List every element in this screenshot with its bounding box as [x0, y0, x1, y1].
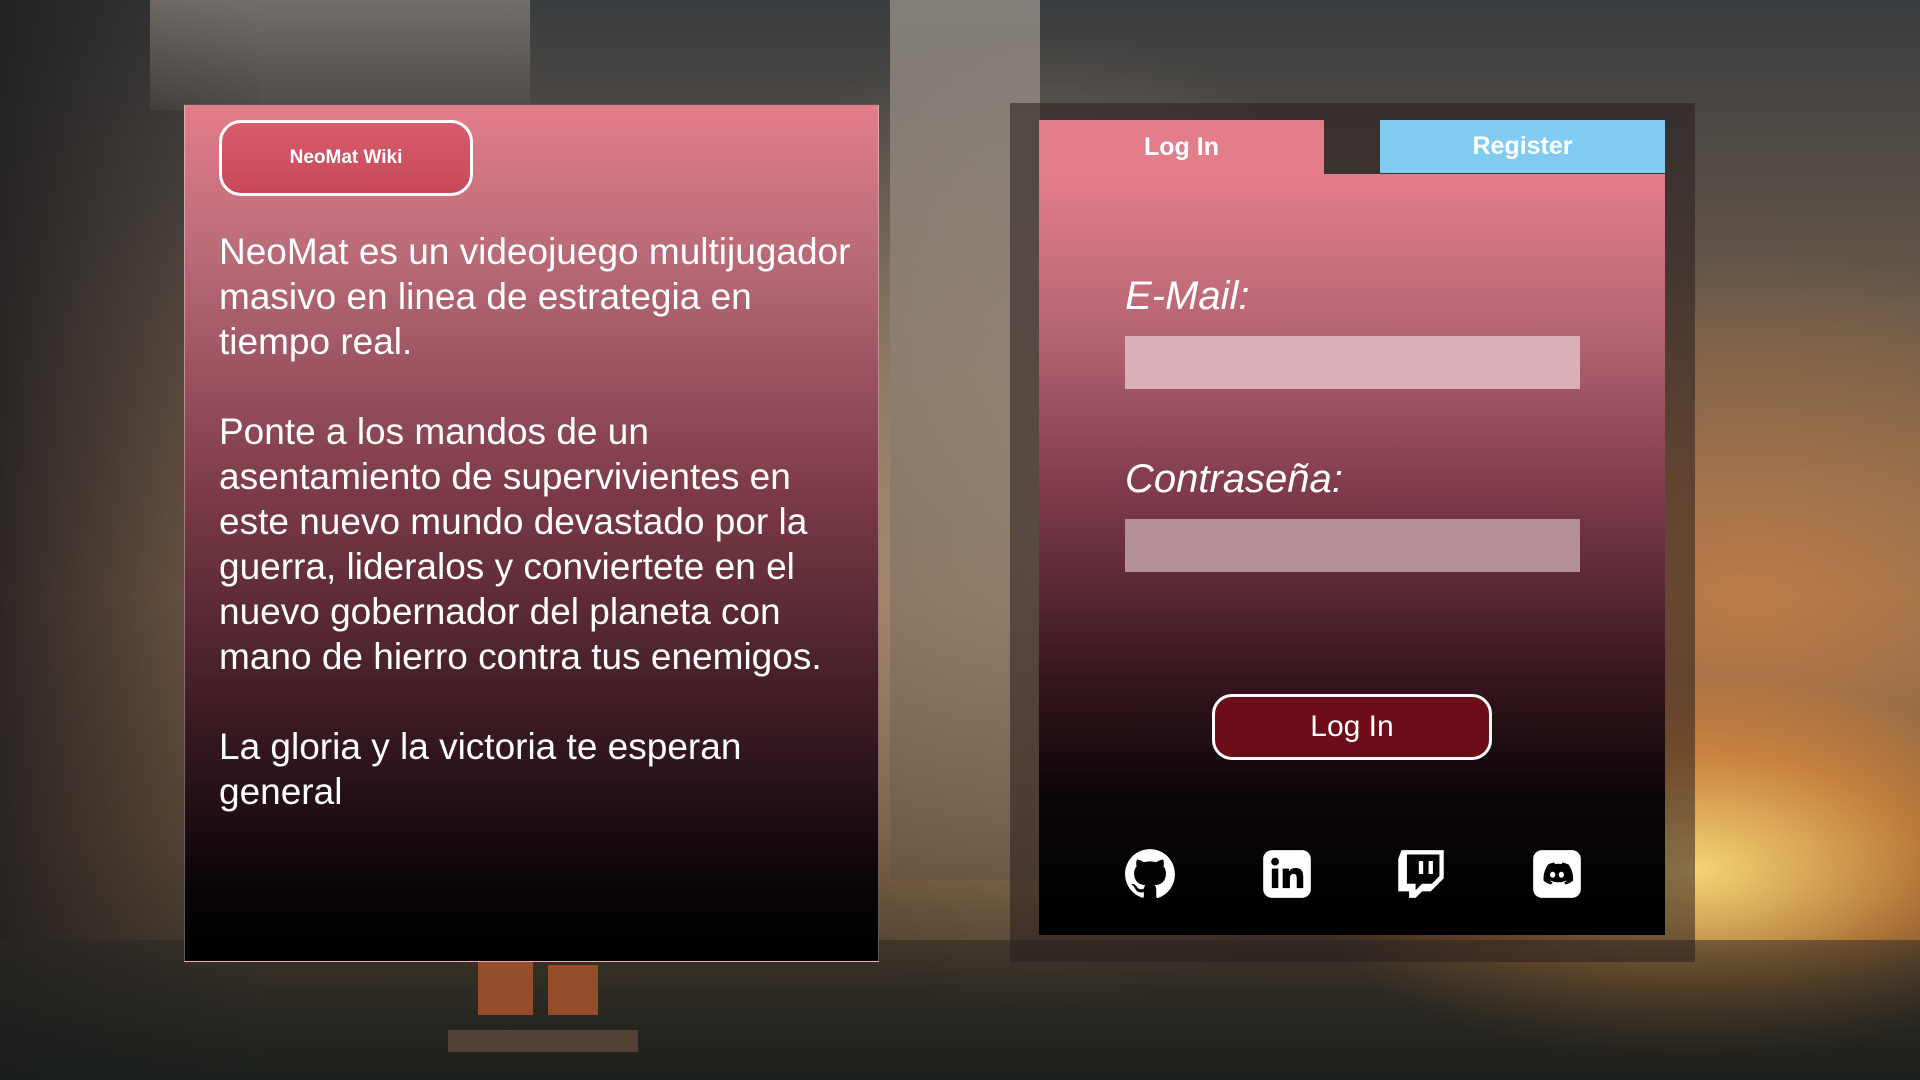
description-paragraph: La gloria y la victoria te esperan gener…	[219, 726, 742, 812]
password-label: Contraseña:	[1125, 457, 1343, 501]
email-field[interactable]	[1125, 336, 1580, 389]
background-ship	[448, 960, 638, 1070]
wiki-button[interactable]: NeoMat Wiki	[219, 120, 473, 196]
background-ruins-top	[150, 0, 530, 110]
description-paragraph: NeoMat es un videojuego multijugador mas…	[219, 231, 851, 362]
tab-register[interactable]: Register	[1380, 120, 1665, 173]
twitch-icon[interactable]	[1395, 848, 1447, 900]
password-field[interactable]	[1125, 519, 1580, 572]
login-page: NeoMat Wiki NeoMat es un videojuego mult…	[0, 0, 1920, 1080]
game-description: NeoMat es un videojuego multijugador mas…	[219, 229, 859, 859]
tab-login[interactable]: Log In	[1039, 120, 1324, 174]
linkedin-icon[interactable]	[1261, 848, 1313, 900]
login-card: Log In Register E-Mail: Contraseña: Log …	[1039, 120, 1665, 935]
info-panel: NeoMat Wiki NeoMat es un videojuego mult…	[184, 104, 879, 962]
description-paragraph: Ponte a los mandos de un asentamiento de…	[219, 411, 822, 677]
email-label: E-Mail:	[1125, 274, 1250, 318]
login-form: E-Mail: Contraseña: Log In	[1039, 174, 1665, 935]
login-button[interactable]: Log In	[1212, 694, 1492, 760]
github-icon[interactable]	[1124, 848, 1176, 900]
discord-icon[interactable]	[1531, 848, 1583, 900]
